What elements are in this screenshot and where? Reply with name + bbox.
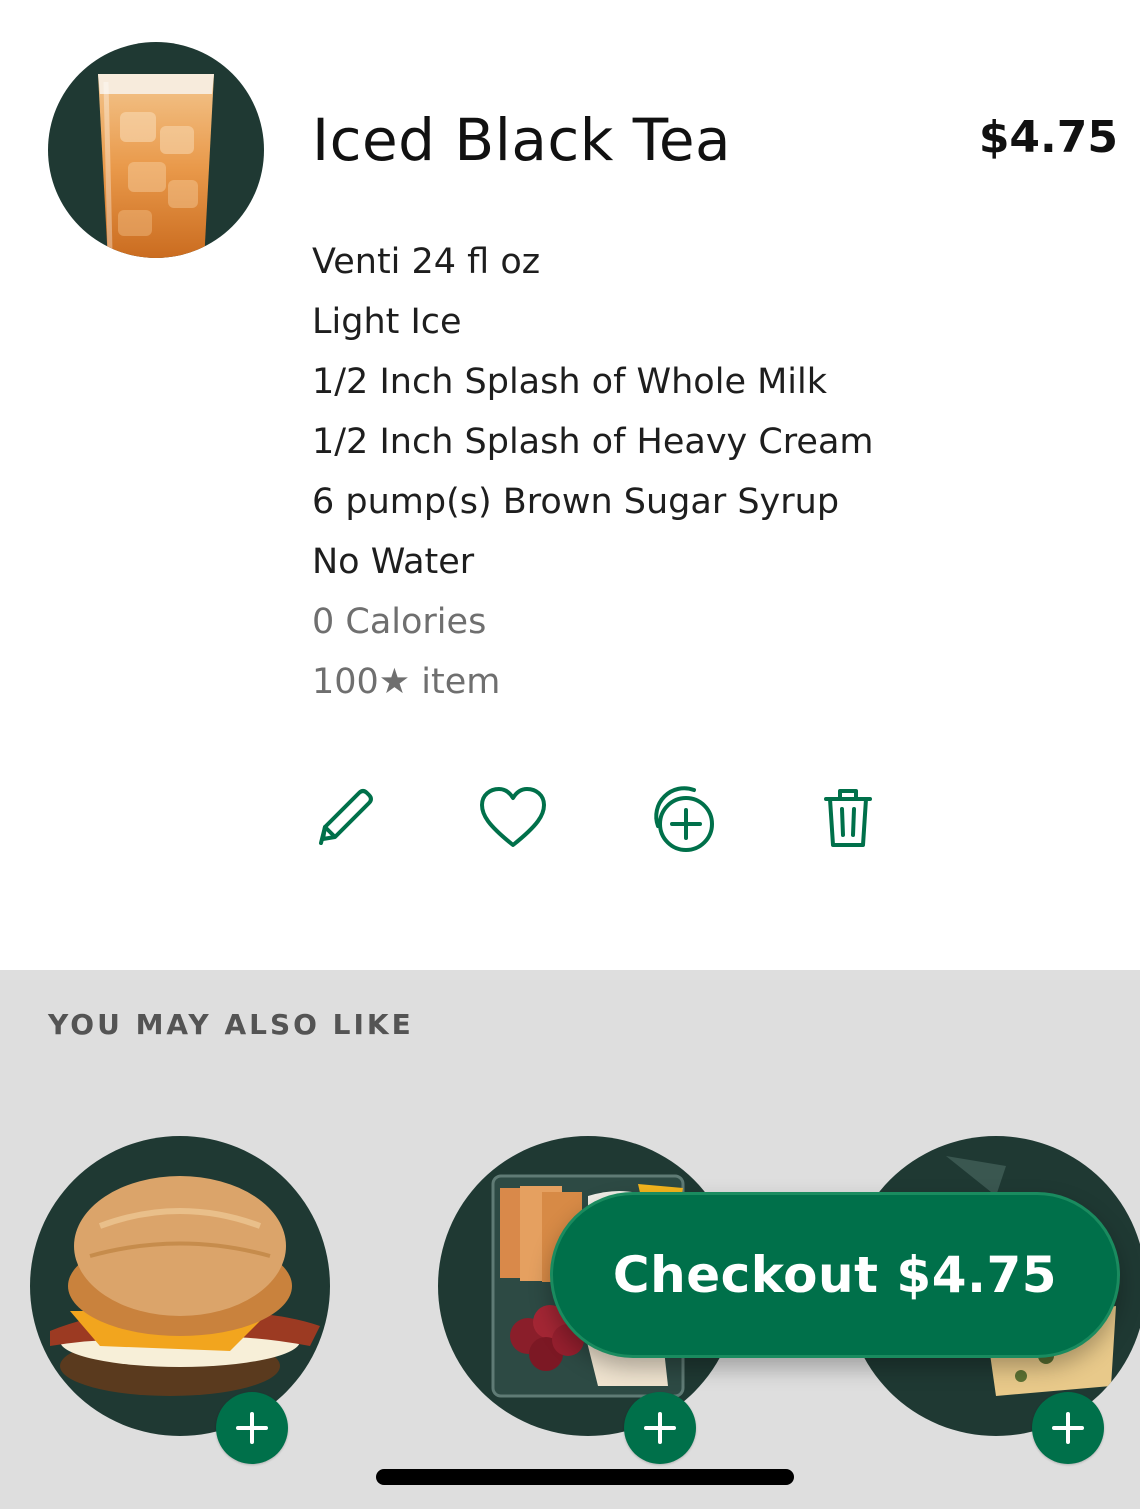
- add-egg-bites-button[interactable]: [1032, 1392, 1104, 1464]
- item-price: $4.75: [978, 112, 1118, 163]
- option-cream: 1/2 Inch Splash of Heavy Cream: [312, 422, 874, 462]
- plus-icon: [236, 1412, 268, 1444]
- heart-icon: [480, 787, 546, 847]
- recommendation-card[interactable]: [30, 1136, 330, 1464]
- favorite-button[interactable]: [475, 780, 551, 856]
- sandwich-image: [30, 1136, 330, 1436]
- item-actions: [0, 780, 1140, 860]
- home-indicator[interactable]: [376, 1469, 794, 1485]
- delete-button[interactable]: [810, 780, 886, 856]
- option-syrup: 6 pump(s) Brown Sugar Syrup: [312, 482, 840, 522]
- order-item-section: Iced Black Tea $4.75 Venti 24 fl oz Ligh…: [0, 0, 1140, 970]
- option-milk: 1/2 Inch Splash of Whole Milk: [312, 362, 828, 402]
- pencil-icon: [319, 789, 373, 845]
- add-copy-icon: [654, 786, 714, 852]
- option-water: No Water: [312, 542, 475, 582]
- add-sandwich-button[interactable]: [216, 1392, 288, 1464]
- stars-text: 100★ item: [312, 662, 501, 702]
- drink-image: [48, 42, 264, 258]
- plus-icon: [1052, 1412, 1084, 1444]
- customization-list: Venti 24 fl oz Light Ice 1/2 Inch Splash…: [312, 232, 874, 712]
- section-heading: YOU MAY ALSO LIKE: [48, 1008, 414, 1041]
- duplicate-button[interactable]: [644, 780, 720, 856]
- option-ice: Light Ice: [312, 302, 462, 342]
- calories-text: 0 Calories: [312, 602, 487, 642]
- trash-icon: [824, 789, 872, 847]
- plus-icon: [644, 1412, 676, 1444]
- option-size: Venti 24 fl oz: [312, 242, 541, 282]
- edit-button[interactable]: [306, 780, 382, 856]
- add-snack-box-button[interactable]: [624, 1392, 696, 1464]
- checkout-button[interactable]: Checkout $4.75: [550, 1192, 1120, 1358]
- item-title: Iced Black Tea: [312, 106, 732, 174]
